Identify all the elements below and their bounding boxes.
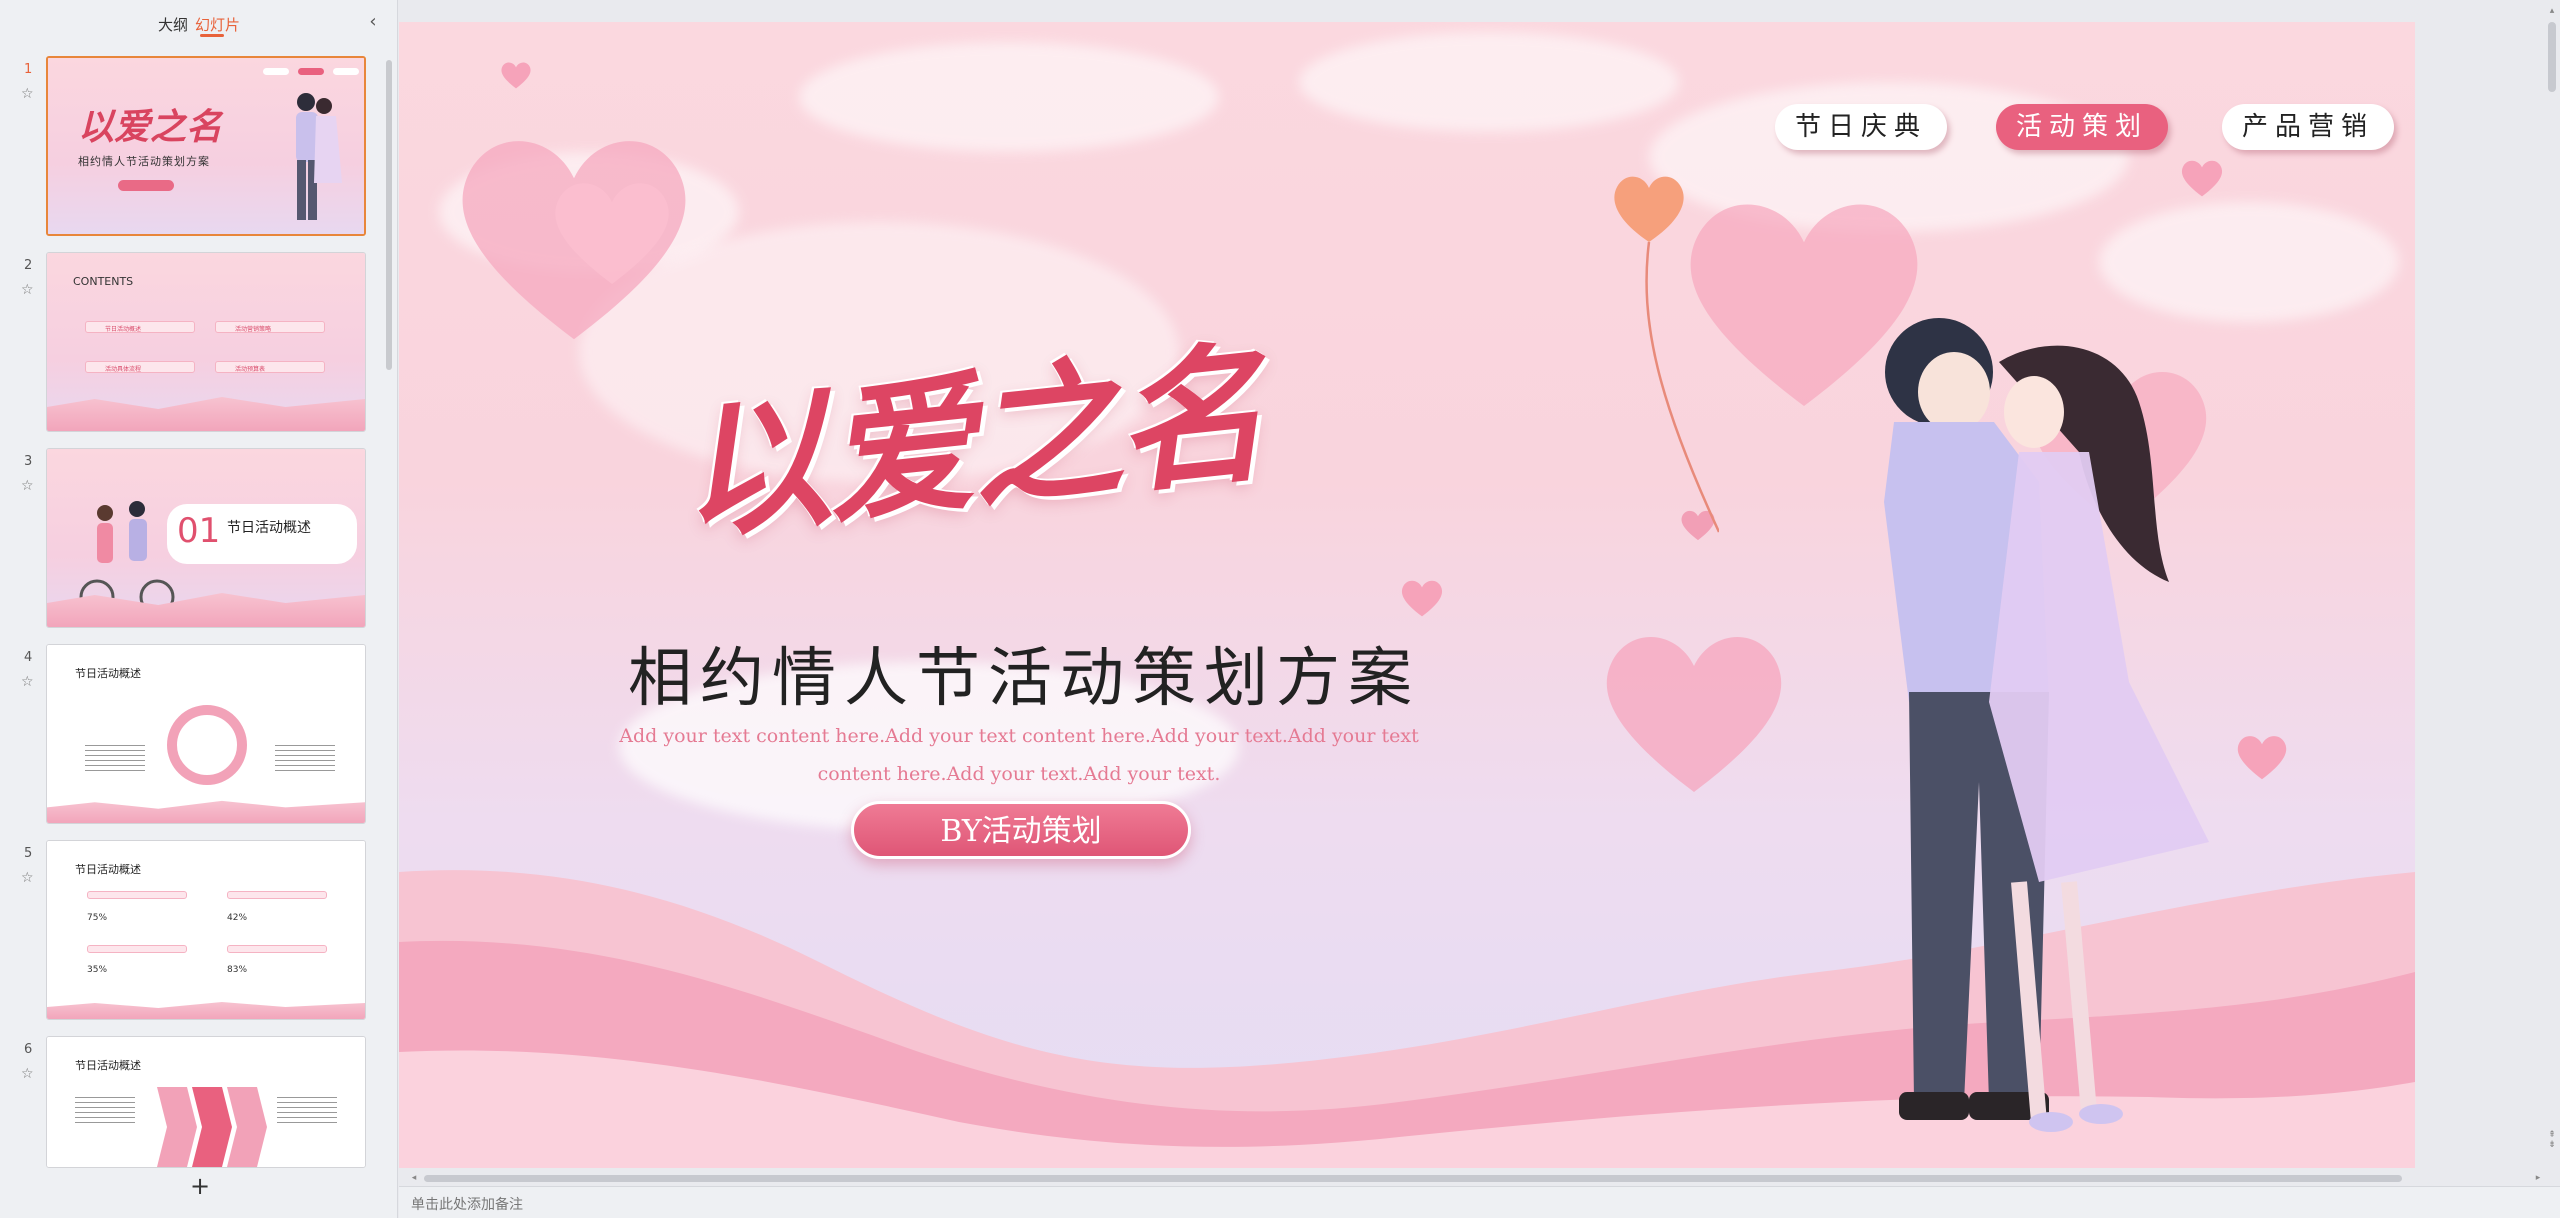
thumb-arrow-shapes: [157, 1087, 267, 1167]
slide-panel: 大纲 幻灯片 ‹ 1 ☆ 以爱之名 相约情人节活动策划方案 2 ☆ CONTEN…: [0, 0, 398, 1218]
horizontal-scroll-thumb[interactable]: [424, 1175, 2402, 1182]
slide-thumbnail-row-3: 3 ☆ 01 节日活动概述: [0, 448, 398, 638]
couple-illustration: [1884, 318, 2209, 1132]
cloud-decoration: [799, 42, 1219, 152]
scroll-up-arrow-icon[interactable]: ▴: [2546, 6, 2558, 18]
heart-decoration: [1401, 580, 1443, 617]
star-icon[interactable]: ☆: [21, 674, 37, 690]
slide-thumbnail-6[interactable]: 节日活动概述: [46, 1036, 366, 1168]
slide-number: 3: [24, 454, 33, 469]
slide-thumbnail-row-2: 2 ☆ CONTENTS 节日活动概述 活动营销策略 活动具体流程 活动预算表: [0, 252, 398, 442]
thumb-nav-tag: [263, 68, 289, 75]
thumb-item-bar: [215, 361, 325, 373]
slide-number: 1: [24, 62, 33, 77]
panel-tabs: 大纲 幻灯片 ‹: [0, 0, 398, 46]
thumb-heading: CONTENTS: [73, 275, 134, 288]
thumb-text-block: [85, 745, 145, 771]
horizontal-scrollbar[interactable]: ◂ ▸: [408, 1172, 2544, 1184]
vertical-scroll-thumb[interactable]: [2548, 22, 2556, 92]
star-icon[interactable]: ☆: [21, 1066, 37, 1082]
slide-thumbnail-4[interactable]: 节日活动概述: [46, 644, 366, 824]
body-text-line: content here.Add your text.Add your text…: [817, 763, 1221, 785]
page-navigation-arrows-icon[interactable]: ⇞ ⇟: [2546, 1130, 2558, 1160]
slide-thumbnail-1[interactable]: 以爱之名 相约情人节活动策划方案: [46, 56, 366, 236]
add-slide-button[interactable]: +: [188, 1174, 212, 1198]
thumb-progress: [87, 891, 187, 899]
nav-pill-activity-planning[interactable]: 活动策划: [1996, 104, 2168, 150]
heart-decoration: [555, 183, 669, 284]
thumb-item-label: 活动营销策略: [235, 326, 272, 333]
thumb-ring: [167, 705, 247, 785]
heart-decoration: [2181, 160, 2223, 197]
thumb-item-label: 活动预算表: [235, 366, 266, 373]
thumb-percent: 42%: [227, 913, 248, 923]
slide-thumbnail-row-5: 5 ☆ 节日活动概述 75% 42% 35% 83%: [0, 840, 398, 1030]
thumb-heading: 节日活动概述: [75, 863, 141, 876]
thumb-item-label: 节日活动概述: [105, 326, 142, 333]
thumb-card-title: 节日活动概述: [227, 520, 311, 536]
slide-thumbnail-row-6: 6 ☆ 节日活动概述: [0, 1036, 398, 1168]
thumb-nav-tag: [333, 68, 359, 75]
thumb-title: 以爱之名: [78, 106, 223, 148]
thumb-heading: 节日活动概述: [75, 1059, 141, 1072]
thumb-progress: [227, 891, 327, 899]
thumb-percent: 35%: [87, 965, 108, 975]
body-text-line: Add your text content here.Add your text…: [619, 725, 1419, 747]
slide-thumbnail-row-1: 1 ☆ 以爱之名 相约情人节活动策划方案: [0, 56, 398, 246]
thumb-number: 01: [177, 511, 221, 551]
heart-decoration: [1606, 636, 1782, 792]
thumb-text-block: [277, 1097, 337, 1123]
heart-decoration: [501, 62, 531, 89]
thumb-progress: [227, 945, 327, 953]
slide-thumbnail-row-4: 4 ☆ 节日活动概述: [0, 644, 398, 834]
thumb-percent: 83%: [227, 965, 248, 975]
slide-canvas[interactable]: 节日庆典 活动策划 产品营销 以爱之名 相约情人节活动策划方案 Add your…: [399, 22, 2415, 1168]
slide-number: 6: [24, 1042, 33, 1057]
thumb-progress: [87, 945, 187, 953]
slide-number: 5: [24, 846, 33, 861]
thumb-heading: 节日活动概述: [75, 667, 141, 680]
by-activity-planning-button[interactable]: BY活动策划: [851, 801, 1191, 859]
thumb-text-block: [275, 745, 335, 771]
thumb-button: [118, 180, 174, 191]
collapse-panel-icon[interactable]: ‹: [364, 12, 382, 32]
star-icon[interactable]: ☆: [21, 478, 37, 494]
slide-body-text[interactable]: Add your text content here.Add your text…: [589, 717, 1449, 793]
slide-thumbnail-5[interactable]: 节日活动概述 75% 42% 35% 83%: [46, 840, 366, 1020]
scroll-right-arrow-icon[interactable]: ▸: [2532, 1172, 2544, 1184]
balloon-illustration: [1614, 176, 1719, 533]
slide-thumbnail-3[interactable]: 01 节日活动概述: [46, 448, 366, 628]
thumb-subtitle: 相约情人节活动策划方案: [78, 155, 210, 168]
slide-number: 4: [24, 650, 33, 665]
tab-outline[interactable]: 大纲: [158, 14, 188, 35]
thumb-item-label: 活动具体流程: [105, 366, 142, 373]
cloud-decoration: [1299, 32, 1679, 132]
thumb-nav-tag: [298, 68, 324, 75]
canvas-area: 节日庆典 活动策划 产品营销 以爱之名 相约情人节活动策划方案 Add your…: [399, 0, 2560, 1170]
panel-scrollbar[interactable]: [386, 60, 392, 370]
slide-number: 2: [24, 258, 33, 273]
vertical-scrollbar[interactable]: ▴ ⇞ ⇟: [2544, 0, 2560, 1170]
scroll-left-arrow-icon[interactable]: ◂: [408, 1172, 420, 1184]
star-icon[interactable]: ☆: [21, 282, 37, 298]
notes-bar[interactable]: 单击此处添加备注: [399, 1186, 2560, 1218]
star-icon[interactable]: ☆: [21, 86, 37, 102]
thumb-text-block: [75, 1097, 135, 1123]
active-tab-indicator: [200, 34, 224, 37]
nav-pill-product-marketing[interactable]: 产品营销: [2222, 104, 2394, 150]
slide-subtitle[interactable]: 相约情人节活动策划方案: [599, 627, 1449, 719]
star-icon[interactable]: ☆: [21, 870, 37, 886]
couple-illustration: [296, 93, 342, 220]
tab-slides[interactable]: 幻灯片: [195, 14, 240, 35]
thumb-percent: 75%: [87, 913, 108, 923]
notes-placeholder[interactable]: 单击此处添加备注: [411, 1194, 523, 1214]
slide-thumbnail-2[interactable]: CONTENTS 节日活动概述 活动营销策略 活动具体流程 活动预算表: [46, 252, 366, 432]
nav-pill-festival[interactable]: 节日庆典: [1775, 104, 1947, 150]
